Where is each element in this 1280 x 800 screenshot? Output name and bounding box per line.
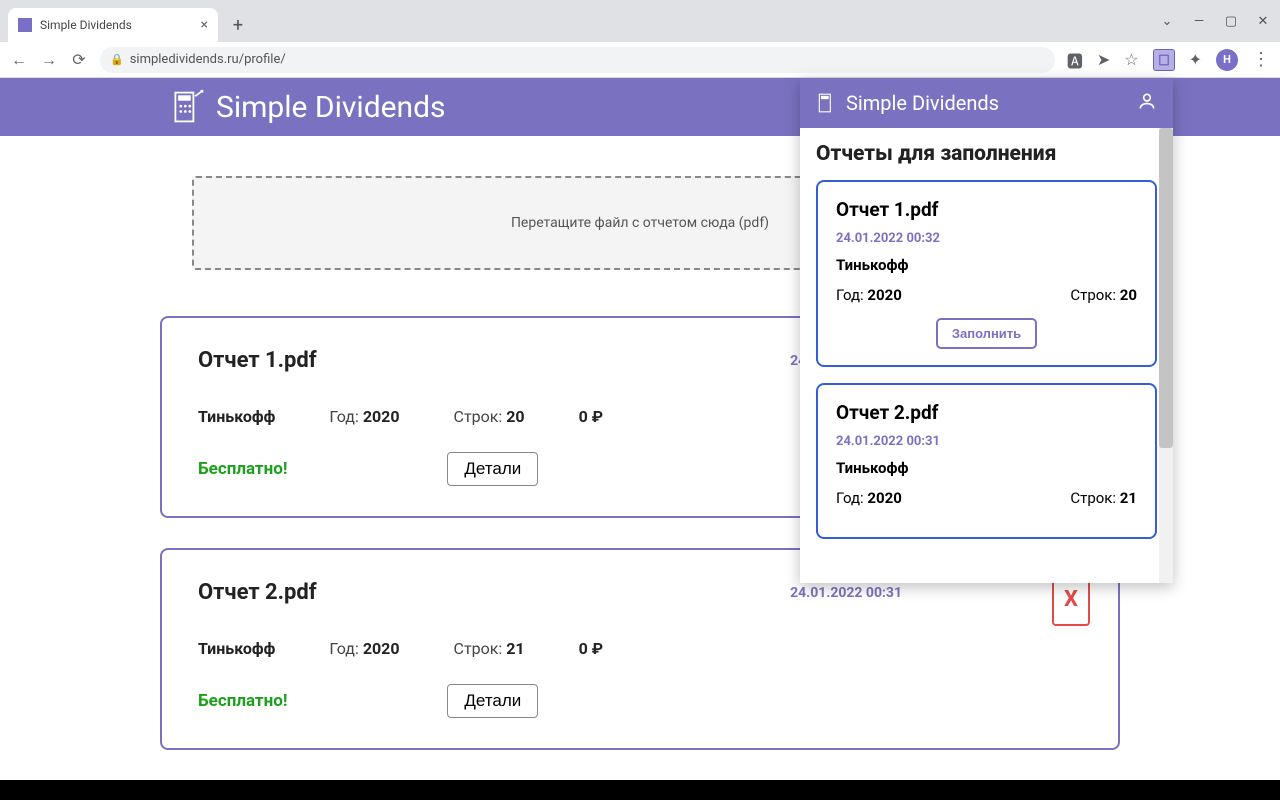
browser-tab-strip: Simple Dividends × + ⌄ — ▢ ✕ (0, 0, 1280, 42)
reload-icon[interactable]: ⟳ (70, 50, 88, 69)
extension-scrollbar[interactable] (1159, 128, 1173, 583)
favicon-icon (18, 18, 32, 32)
back-icon[interactable]: ← (10, 50, 28, 70)
lock-icon: 🔒 (110, 53, 124, 66)
report-title: Отчет 1.pdf (198, 348, 317, 373)
ext-report-date: 24.01.2022 00:32 (836, 231, 1137, 246)
chevron-down-icon[interactable]: ⌄ (1158, 14, 1176, 29)
ext-report-title: Отчет 1.pdf (836, 198, 1137, 221)
report-year: Год: 2020 (329, 639, 399, 658)
minimize-icon[interactable]: — (1190, 14, 1208, 29)
report-broker: Тинькофф (198, 639, 275, 658)
tab-close-icon[interactable]: × (201, 17, 208, 33)
new-tab-button[interactable]: + (224, 11, 252, 39)
details-button[interactable]: Детали (447, 452, 538, 486)
ext-report-title: Отчет 2.pdf (836, 401, 1137, 424)
report-title: Отчет 2.pdf (198, 580, 317, 605)
report-year: Год: 2020 (329, 407, 399, 426)
menu-icon[interactable]: ⋮ (1252, 49, 1270, 70)
url-bar[interactable]: 🔒 simpledividends.ru/profile/ (100, 47, 1055, 73)
report-price: 0 ₽ (579, 639, 603, 658)
profile-avatar[interactable]: Н (1216, 49, 1238, 71)
extension-icon[interactable] (1153, 49, 1175, 71)
extension-report-card: Отчет 2.pdf 24.01.2022 00:31 Тинькофф Го… (816, 383, 1157, 539)
browser-tab[interactable]: Simple Dividends × (8, 8, 218, 42)
extension-title: Simple Dividends (846, 91, 999, 115)
browser-toolbar: ← → ⟳ 🔒 simpledividends.ru/profile/ 🅰 ➤ … (0, 42, 1280, 78)
url-text: simpledividends.ru/profile/ (130, 52, 286, 67)
free-label: Бесплатно! (198, 459, 287, 479)
free-label: Бесплатно! (198, 691, 287, 711)
user-icon[interactable] (1137, 91, 1157, 115)
ext-report-year: Год: 2020 (836, 286, 902, 304)
site-logo[interactable]: Simple Dividends (170, 89, 446, 125)
report-broker: Тинькофф (198, 407, 275, 426)
toolbar-right: 🅰 ➤ ☆ ✦ Н ⋮ (1067, 48, 1270, 72)
send-icon[interactable]: ➤ (1097, 50, 1110, 69)
calculator-icon (816, 92, 838, 114)
maximize-icon[interactable]: ▢ (1222, 14, 1240, 29)
close-window-icon[interactable]: ✕ (1254, 14, 1272, 29)
site-title: Simple Dividends (216, 90, 446, 125)
ext-report-rows: Строк: 20 (1070, 286, 1137, 304)
extension-header: Simple Dividends (800, 78, 1173, 128)
dropzone-text: Перетащите файл с отчетом сюда (pdf) (511, 215, 769, 231)
bookmark-icon[interactable]: ☆ (1124, 50, 1138, 69)
report-rows: Строк: 20 (454, 407, 525, 426)
forward-icon[interactable]: → (40, 50, 58, 70)
report-date: 24.01.2022 00:31 (790, 585, 902, 601)
extension-scroll-thumb[interactable] (1159, 128, 1173, 448)
fill-button[interactable]: Заполнить (936, 318, 1037, 349)
ext-report-rows: Строк: 21 (1070, 489, 1137, 507)
extension-body[interactable]: Отчеты для заполнения Отчет 1.pdf 24.01.… (800, 128, 1173, 583)
ext-report-date: 24.01.2022 00:31 (836, 434, 1137, 449)
ext-report-broker: Тинькофф (836, 256, 1137, 274)
puzzle-icon[interactable]: ✦ (1189, 50, 1202, 69)
calculator-icon (170, 89, 206, 125)
tab-title: Simple Dividends (40, 18, 132, 32)
translate-icon[interactable]: 🅰 (1067, 48, 1083, 72)
extension-report-card: Отчет 1.pdf 24.01.2022 00:32 Тинькофф Го… (816, 180, 1157, 367)
ext-report-year: Год: 2020 (836, 489, 902, 507)
report-price: 0 ₽ (579, 407, 603, 426)
window-bottom-border (0, 780, 1280, 800)
ext-report-broker: Тинькофф (836, 459, 1137, 477)
extension-section-title: Отчеты для заполнения (816, 142, 1157, 166)
details-button[interactable]: Детали (447, 684, 538, 718)
extension-logo[interactable]: Simple Dividends (816, 91, 999, 115)
window-controls: ⌄ — ▢ ✕ (1158, 0, 1272, 42)
extension-popup: Simple Dividends Отчеты для заполнения О… (800, 78, 1173, 583)
report-rows: Строк: 21 (454, 639, 525, 658)
